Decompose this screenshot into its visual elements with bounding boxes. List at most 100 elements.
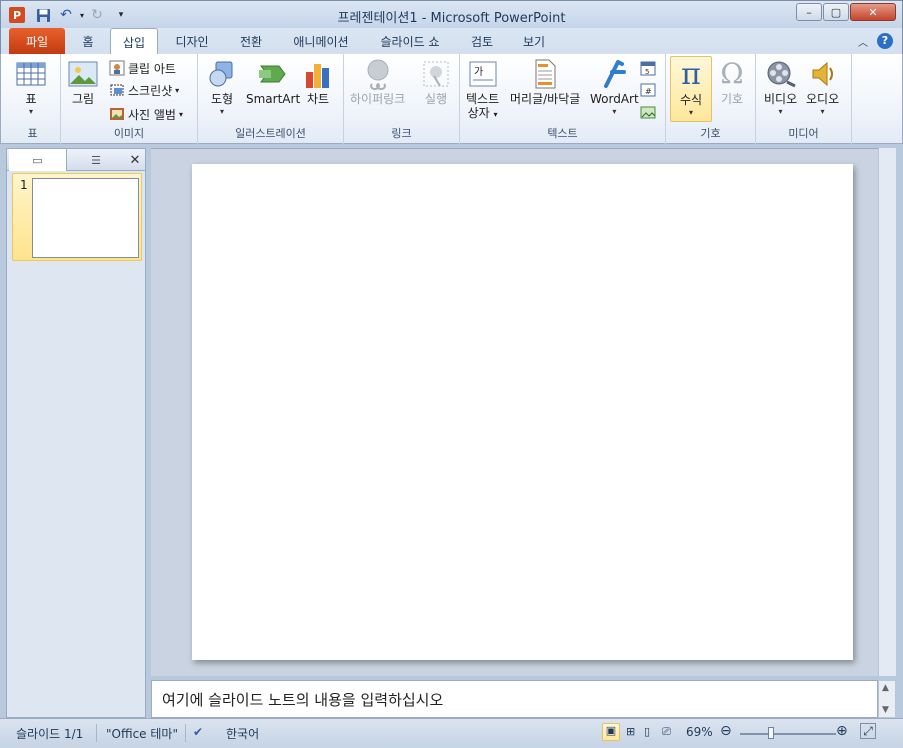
language-indicator[interactable]: 한국어: [226, 725, 259, 742]
group-label-links: 링크: [391, 127, 412, 140]
table-icon: [16, 62, 46, 86]
scroll-up-icon[interactable]: ▲: [882, 683, 889, 693]
clipart-label: 클립 아트: [128, 61, 176, 76]
minimize-ribbon-icon[interactable]: ︿: [853, 28, 873, 54]
tab-file[interactable]: 파일: [9, 28, 65, 54]
video-button[interactable]: 비디오 ▾: [764, 58, 797, 117]
photo-album-label: 사진 앨범: [128, 107, 176, 122]
tab-slides-icon[interactable]: ▭: [9, 149, 67, 171]
film-reel-icon: [767, 61, 796, 88]
photo-album-icon: [110, 108, 124, 120]
slide-sorter-icon[interactable]: ⊞: [626, 725, 635, 738]
header-footer-icon: [535, 59, 556, 89]
action-button[interactable]: 실행: [420, 58, 452, 107]
tab-outline-icon[interactable]: ☰: [67, 149, 125, 171]
scroll-down-icon[interactable]: ▼: [882, 705, 889, 715]
minimize-button[interactable]: –: [796, 3, 822, 21]
picture-button[interactable]: 그림: [67, 58, 99, 107]
chevron-down-icon: ▾: [219, 107, 224, 116]
slides-panel: ▭ ☰ ✕ 1: [6, 148, 146, 718]
group-label-media: 미디어: [788, 127, 819, 140]
group-label-text: 텍스트: [547, 127, 578, 140]
textbox-button[interactable]: 가 텍스트 상자 ▾: [466, 58, 499, 121]
omega-icon: Ω: [720, 57, 744, 90]
zoom-slider-thumb[interactable]: [768, 727, 775, 739]
tab-insert[interactable]: 삽입: [110, 28, 158, 55]
shapes-button[interactable]: 도형 ▾: [206, 58, 238, 117]
equation-button[interactable]: π 수식 ▾: [670, 56, 712, 122]
audio-button[interactable]: 오디오 ▾: [806, 58, 839, 117]
zoom-out-icon[interactable]: ⊖: [720, 723, 732, 739]
slide-editing-area: [151, 148, 896, 676]
tab-review[interactable]: 검토: [461, 28, 503, 54]
equation-label: 수식: [679, 93, 703, 107]
picture-icon: [68, 61, 98, 87]
screenshot-button[interactable]: 스크린샷 ▾: [109, 80, 179, 100]
zoom-level[interactable]: 69%: [686, 725, 713, 739]
theme-name[interactable]: "Office 테마": [106, 725, 178, 742]
slide-canvas[interactable]: [192, 164, 853, 660]
slide-number-button[interactable]: #: [640, 80, 659, 100]
chart-label: 차트: [306, 92, 330, 106]
hyperlink-button[interactable]: 하이퍼링크: [350, 58, 405, 107]
help-icon[interactable]: ?: [875, 28, 895, 54]
slide-number: 1: [20, 178, 28, 192]
tab-view[interactable]: 보기: [513, 28, 555, 54]
clipart-button[interactable]: 클립 아트: [109, 58, 176, 78]
zoom-in-icon[interactable]: ⊕: [836, 723, 848, 739]
object-icon: [640, 106, 656, 119]
close-button[interactable]: ✕: [850, 3, 896, 21]
vertical-scrollbar[interactable]: [878, 148, 896, 676]
reading-view-icon[interactable]: ▯: [644, 725, 650, 738]
chevron-down-icon: ▾: [28, 107, 33, 116]
divider: [185, 724, 186, 742]
picture-button-label: 그림: [71, 92, 95, 106]
zoom-slider-track[interactable]: [740, 733, 836, 735]
tab-home[interactable]: 홈: [71, 28, 105, 54]
wordart-button[interactable]: WordArt ▾: [590, 58, 639, 117]
speaker-icon: [812, 61, 833, 87]
audio-label: 오디오: [806, 92, 840, 106]
close-panel-icon[interactable]: ✕: [125, 149, 145, 171]
spell-check-icon[interactable]: ✔: [193, 725, 203, 739]
slide-thumbnail[interactable]: [32, 178, 139, 258]
object-button[interactable]: [640, 102, 659, 122]
chevron-down-icon: ▾: [493, 110, 498, 119]
fit-to-window-icon[interactable]: ⤢: [860, 723, 876, 739]
symbol-label: 기호: [720, 92, 744, 106]
normal-view-icon[interactable]: ▣: [602, 723, 620, 741]
tab-transitions[interactable]: 전환: [229, 28, 273, 54]
maximize-button[interactable]: ▢: [823, 3, 849, 21]
svg-text:#: #: [645, 87, 652, 96]
chevron-down-icon: ▾: [178, 109, 183, 119]
divider: [96, 724, 97, 742]
chevron-down-icon: ▾: [688, 108, 693, 117]
shapes-icon: [209, 61, 233, 87]
notes-pane[interactable]: 여기에 슬라이드 노트의 내용을 입력하십시오: [151, 680, 878, 718]
table-button[interactable]: 표 ▾: [15, 58, 47, 117]
chevron-down-icon: ▾: [175, 85, 180, 95]
smartart-button[interactable]: SmartArt: [246, 58, 300, 107]
screenshot-label: 스크린샷: [128, 83, 173, 98]
date-time-button[interactable]: 5: [640, 58, 659, 78]
header-footer-button[interactable]: 머리글/바닥글: [510, 58, 580, 107]
symbol-button[interactable]: Ω 기호: [716, 58, 748, 107]
group-illustrations: 도형 ▾ SmartArt 차트 일러스트레이션: [198, 54, 344, 144]
slide-thumbnail-selected[interactable]: 1: [12, 173, 142, 261]
group-label-illustrations: 일러스트레이션: [235, 127, 306, 140]
tab-design[interactable]: 디자인: [165, 28, 219, 54]
slide-number-icon: #: [640, 83, 656, 97]
tab-animations[interactable]: 애니메이션: [283, 28, 359, 54]
date-time-icon: 5: [640, 61, 656, 76]
tab-slideshow[interactable]: 슬라이드 쇼: [369, 28, 451, 54]
chevron-down-icon: ▾: [612, 107, 617, 116]
ribbon: 표 ▾ 표 그림 클립 아트 스크린샷 ▾ 사진 앨범 ▾ 이미지 도형 ▾ S…: [0, 54, 903, 144]
notes-placeholder[interactable]: 여기에 슬라이드 노트의 내용을 입력하십시오: [162, 689, 443, 710]
svg-text:가: 가: [474, 66, 483, 78]
group-symbols: π 수식 ▾ Ω 기호 기호: [666, 54, 756, 144]
slideshow-view-icon[interactable]: ⎚: [662, 725, 671, 739]
chevron-down-icon: ▾: [820, 107, 825, 116]
photo-album-button[interactable]: 사진 앨범 ▾: [109, 104, 183, 124]
chart-button[interactable]: 차트: [302, 58, 334, 107]
notes-scrollbar[interactable]: ▲ ▼: [878, 680, 896, 718]
